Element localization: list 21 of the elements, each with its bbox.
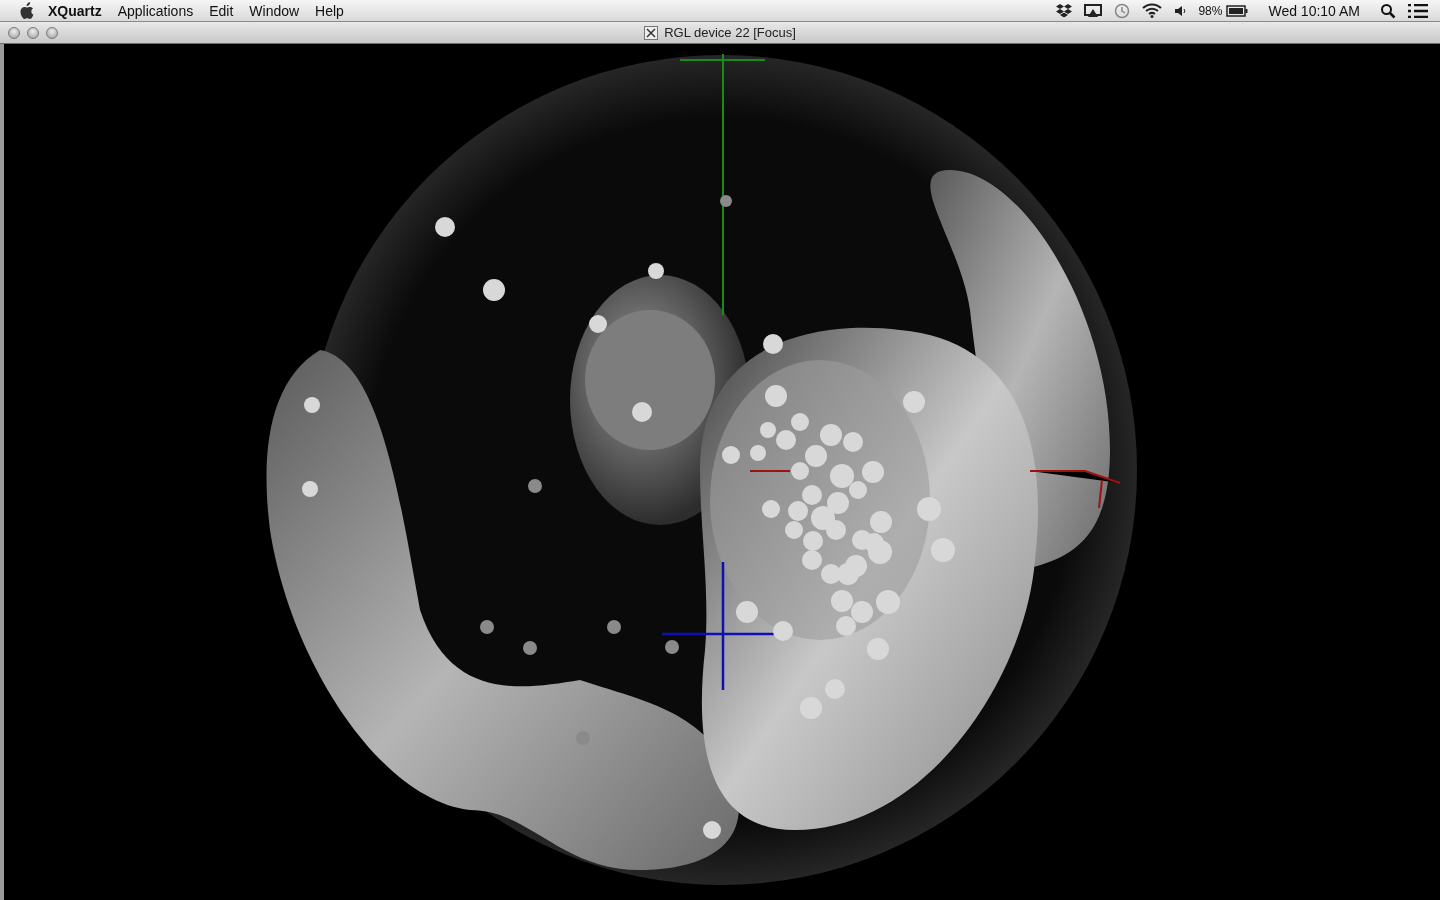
battery-icon[interactable] [1226, 4, 1249, 17]
x-window-icon [644, 25, 659, 40]
window-title: RGL device 22 [Focus] [664, 25, 796, 40]
menu-item[interactable]: Window [241, 2, 308, 19]
menu-item[interactable]: Applications [109, 2, 202, 19]
menu-item[interactable]: Help [307, 2, 352, 19]
close-button[interactable] [8, 26, 20, 39]
wifi-icon[interactable] [1142, 3, 1163, 18]
battery-percent: 98% [1198, 3, 1223, 18]
zoom-button[interactable] [46, 26, 58, 39]
apple-icon[interactable] [18, 1, 34, 20]
menu-item[interactable]: Edit [201, 2, 242, 19]
app-menu[interactable]: XQuartz [40, 2, 110, 19]
box-icon[interactable] [1056, 3, 1073, 18]
clock-icon[interactable] [1114, 2, 1131, 19]
speaker-icon[interactable] [1174, 4, 1187, 17]
display-icon[interactable] [1084, 3, 1103, 18]
search-icon[interactable] [1380, 2, 1396, 19]
minimize-button[interactable] [27, 26, 39, 39]
list-icon[interactable] [1408, 3, 1428, 18]
menu-clock[interactable]: Wed 10:10 AM [1260, 2, 1368, 19]
